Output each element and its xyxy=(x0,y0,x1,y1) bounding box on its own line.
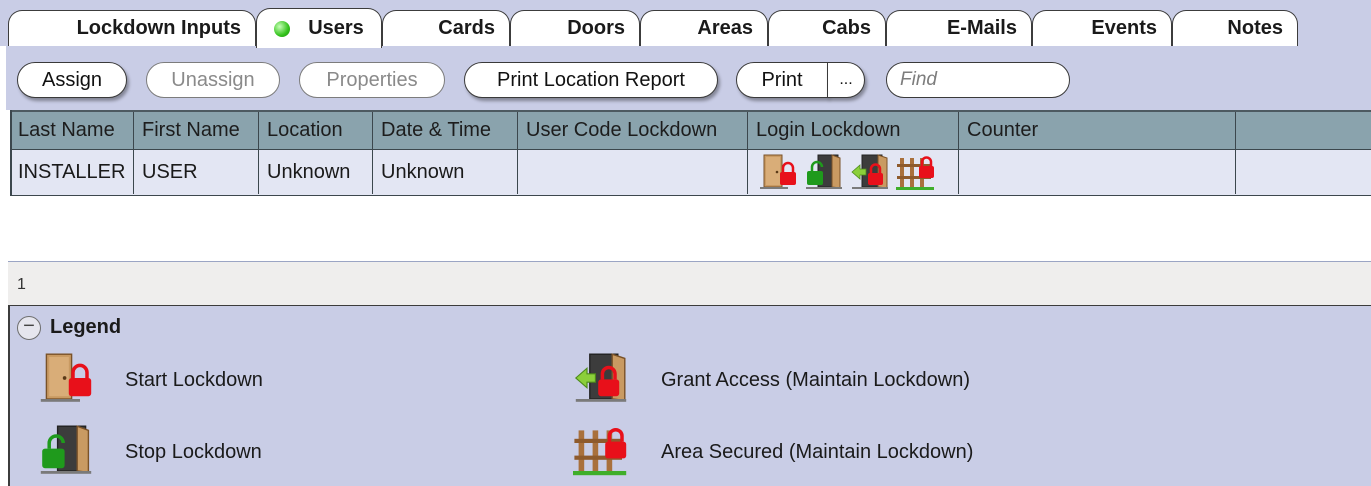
grant-access-icon[interactable] xyxy=(850,152,890,192)
table-left-border xyxy=(10,110,12,196)
column-header-location[interactable]: Location xyxy=(259,112,373,149)
cell-user-code-lockdown xyxy=(518,150,748,194)
tab-bar: Lockdown Inputs Users Cards Doors Areas … xyxy=(0,0,1371,48)
print-button[interactable]: Print xyxy=(736,62,828,98)
area-secured-icon xyxy=(573,422,629,478)
cell-date-time: Unknown xyxy=(373,150,518,194)
print-options-button[interactable]: ... xyxy=(827,62,865,98)
area-secured-icon[interactable] xyxy=(896,152,936,192)
column-header-filler xyxy=(1236,112,1371,149)
column-header-counter[interactable]: Counter xyxy=(959,112,1236,149)
legend-label-stop-lockdown: Stop Lockdown xyxy=(125,441,262,463)
column-header-user-code-lockdown[interactable]: User Code Lockdown xyxy=(518,112,748,149)
cell-filler xyxy=(1236,150,1371,194)
table-header: Last Name First Name Location Date & Tim… xyxy=(10,110,1371,150)
table-row[interactable]: INSTALLER USER Unknown Unknown xyxy=(10,150,1371,196)
tab-doors[interactable]: Doors xyxy=(510,10,640,46)
cell-first-name: USER xyxy=(134,150,259,194)
legend-title: Legend xyxy=(50,316,122,338)
legend-label-start-lockdown: Start Lockdown xyxy=(125,369,263,391)
grant-access-icon xyxy=(573,350,629,406)
column-header-date-time[interactable]: Date & Time xyxy=(373,112,518,149)
status-dot-icon xyxy=(274,20,291,37)
assign-button[interactable]: Assign xyxy=(17,62,127,98)
tab-cabs[interactable]: Cabs xyxy=(768,10,886,46)
column-header-last-name[interactable]: Last Name xyxy=(10,112,134,149)
tab-label: Users xyxy=(308,17,364,39)
tab-label: Lockdown Inputs xyxy=(76,17,241,39)
cell-location: Unknown xyxy=(259,150,373,194)
find-input[interactable] xyxy=(886,62,1070,98)
tab-users[interactable]: Users xyxy=(256,8,382,48)
stop-lockdown-icon[interactable] xyxy=(804,152,844,192)
legend-label-grant-access: Grant Access (Maintain Lockdown) xyxy=(661,369,971,391)
properties-button[interactable]: Properties xyxy=(299,62,445,98)
column-header-first-name[interactable]: First Name xyxy=(134,112,259,149)
tab-label: Notes xyxy=(1227,17,1283,39)
tab-label: E-Mails xyxy=(946,17,1017,39)
users-table: Last Name First Name Location Date & Tim… xyxy=(10,110,1371,198)
legend-collapse-button[interactable]: − xyxy=(17,316,41,340)
tab-cards[interactable]: Cards xyxy=(382,10,510,46)
start-lockdown-icon[interactable] xyxy=(758,152,798,192)
cell-counter xyxy=(959,150,1236,194)
column-header-login-lockdown[interactable]: Login Lockdown xyxy=(748,112,959,149)
unassign-button[interactable]: Unassign xyxy=(146,62,280,98)
tab-strip: Lockdown Inputs Users Cards Doors Areas … xyxy=(6,8,1366,48)
cell-login-lockdown xyxy=(748,150,959,194)
tab-lockdown-inputs[interactable]: Lockdown Inputs xyxy=(8,10,256,46)
start-lockdown-icon xyxy=(38,350,94,406)
legend-label-area-secured: Area Secured (Maintain Lockdown) xyxy=(661,441,974,463)
cell-last-name: INSTALLER xyxy=(10,150,134,194)
tab-events[interactable]: Events xyxy=(1032,10,1172,46)
tab-label: Events xyxy=(1091,17,1157,39)
tab-label: Doors xyxy=(567,17,625,39)
stop-lockdown-icon xyxy=(38,422,94,478)
record-count-bar: 1 xyxy=(8,261,1371,305)
tab-areas[interactable]: Areas xyxy=(640,10,768,46)
record-count: 1 xyxy=(17,276,26,293)
toolbar: Assign Unassign Properties Print Locatio… xyxy=(6,46,1371,110)
tab-label: Cards xyxy=(438,17,495,39)
tab-label: Cabs xyxy=(822,17,871,39)
tab-emails[interactable]: E-Mails xyxy=(886,10,1032,46)
tab-label: Areas xyxy=(697,17,753,39)
tab-notes[interactable]: Notes xyxy=(1172,10,1298,46)
print-location-report-button[interactable]: Print Location Report xyxy=(464,62,718,98)
legend-panel: − Legend Start Lockdown Grant Access (Ma… xyxy=(8,305,1371,486)
